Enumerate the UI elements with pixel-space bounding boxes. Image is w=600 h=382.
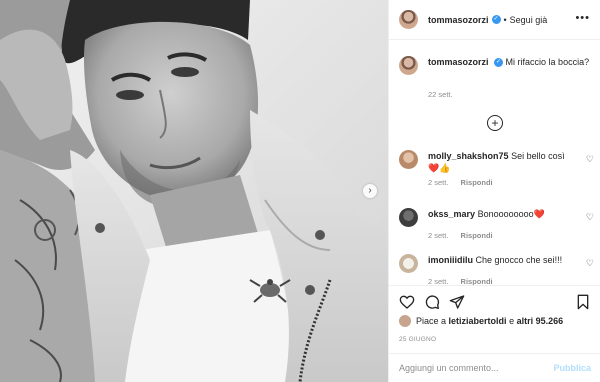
comment-meta: 2 sett. Rispondi — [428, 178, 594, 187]
post-caption: tommasozorzi ✓ Mi rifaccio la boccia? — [399, 56, 594, 75]
comment-item: molly_shakshon75 Sei bello così ❤️👍 2 se… — [399, 150, 594, 187]
verified-badge-icon: ✓ — [491, 15, 501, 24]
following-button[interactable]: Segui già — [510, 15, 548, 25]
header-separator: • — [503, 14, 507, 25]
comment-icon[interactable] — [424, 294, 440, 310]
load-more-comments-button[interactable]: + — [487, 115, 503, 131]
comment-username[interactable]: molly_shakshon75 — [428, 151, 509, 161]
avatar[interactable] — [399, 10, 418, 29]
author-username[interactable]: tommasozorzi — [428, 15, 489, 25]
verified-badge-icon: ✓ — [494, 58, 504, 68]
caption-avatar[interactable] — [399, 56, 418, 75]
comment-item: imoniiidilu Che gnocco che sei!!! 2 sett… — [399, 254, 594, 286]
heart-icon[interactable] — [399, 294, 415, 310]
portrait-illustration — [0, 0, 388, 382]
next-photo-button[interactable]: › — [363, 184, 377, 198]
reply-button[interactable]: Rispondi — [461, 231, 493, 240]
likes-summary: Piace a letiziabertoldi e altri 95.266 — [399, 315, 563, 327]
paper-plane-icon[interactable] — [449, 294, 465, 310]
comment-body: Bonoooooooo❤️ — [477, 209, 545, 219]
heart-icon[interactable]: ♡ — [586, 154, 594, 165]
likes-middle: e — [509, 316, 515, 326]
comment-avatar[interactable] — [399, 208, 418, 227]
instagram-post: › tommasozorzi ✓ • Segui già ••• tommaso… — [0, 0, 600, 382]
comment-body: Che gnocco che sei!!! — [475, 255, 563, 265]
caption-text: tommasozorzi ✓ Mi rifaccio la boccia? — [428, 56, 589, 75]
comment-username[interactable]: okss_mary — [428, 209, 475, 219]
comment-avatar[interactable] — [399, 150, 418, 169]
plus-circle-icon: + — [491, 116, 499, 130]
reply-button[interactable]: Rispondi — [461, 178, 493, 187]
comment-item: okss_mary Bonoooooooo❤️ 2 sett. Rispondi… — [399, 208, 594, 240]
comment-avatar[interactable] — [399, 254, 418, 273]
post-header: tommasozorzi ✓ • Segui già ••• — [389, 0, 600, 40]
comment-text: imoniiidilu Che gnocco che sei!!! — [428, 254, 578, 266]
caption-time: 22 sett. — [428, 90, 453, 99]
comment-input[interactable] — [399, 363, 554, 373]
post-photo[interactable]: › — [0, 0, 388, 382]
heart-icon[interactable]: ♡ — [586, 258, 594, 269]
comment-text: molly_shakshon75 Sei bello così ❤️👍 — [428, 150, 578, 174]
likes-prefix: Piace a — [416, 316, 447, 326]
bookmark-icon[interactable] — [575, 294, 591, 310]
comment-username[interactable]: imoniiidilu — [428, 255, 473, 265]
comment-time: 2 sett. — [428, 178, 449, 187]
post-side-panel: tommasozorzi ✓ • Segui già ••• tommasozo… — [388, 0, 600, 382]
liker-avatar[interactable] — [399, 315, 411, 327]
comment-time: 2 sett. — [428, 231, 449, 240]
more-horizontal-icon[interactable]: ••• — [575, 12, 590, 24]
comment-text: okss_mary Bonoooooooo❤️ — [428, 208, 578, 220]
add-comment-bar: Pubblica — [389, 353, 600, 382]
post-date[interactable]: 25 GIUGNO — [399, 336, 436, 343]
chevron-right-icon: › — [368, 185, 372, 196]
comment-meta: 2 sett. Rispondi — [428, 231, 594, 240]
publish-button[interactable]: Pubblica — [553, 363, 591, 373]
heart-icon[interactable]: ♡ — [586, 212, 594, 223]
caption-body: Mi rifaccio la boccia? — [505, 57, 590, 67]
action-bar — [389, 285, 600, 315]
caption-username[interactable]: tommasozorzi — [428, 57, 489, 67]
liker-username[interactable]: letiziabertoldi — [449, 316, 507, 326]
likes-count[interactable]: altri 95.266 — [517, 316, 564, 326]
